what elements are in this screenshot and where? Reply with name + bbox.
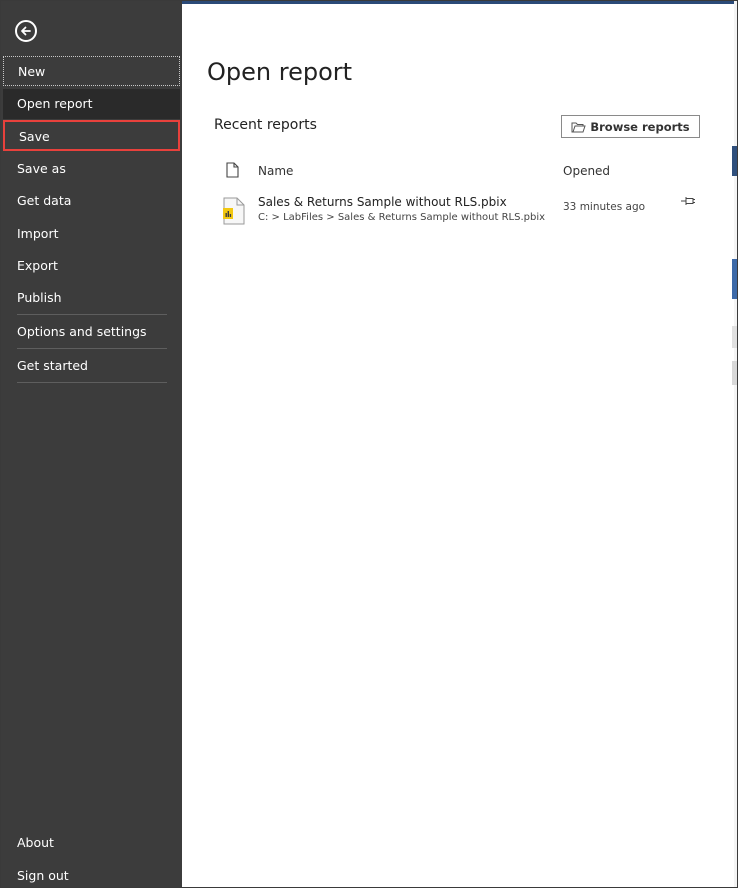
- sidebar-item-label: Options and settings: [17, 324, 147, 339]
- file-opened-time: 33 minutes ago: [563, 201, 646, 213]
- file-name: Sales & Returns Sample without RLS.pbix: [258, 195, 507, 209]
- sidebar-item-save-as[interactable]: Save as: [3, 154, 180, 184]
- file-icon: [226, 162, 239, 178]
- sidebar-item-label: About: [17, 835, 54, 850]
- sidebar-item-label: Get data: [17, 193, 72, 208]
- column-header-opened[interactable]: Opened: [563, 164, 610, 178]
- sidebar-item-options-and-settings[interactable]: Options and settings: [3, 317, 180, 347]
- sidebar-item-open-report[interactable]: Open report: [3, 89, 180, 119]
- background-sliver: [732, 361, 737, 385]
- sidebar-item-get-data[interactable]: Get data: [3, 186, 180, 216]
- sidebar-item-publish[interactable]: Publish: [3, 283, 180, 313]
- background-sliver: [732, 259, 737, 299]
- pbix-file-icon: [223, 197, 245, 225]
- file-path: C: > LabFiles > Sales & Returns Sample w…: [258, 212, 546, 223]
- sidebar-item-label: Get started: [17, 358, 88, 373]
- back-button[interactable]: [15, 20, 37, 42]
- page-title: Open report: [207, 58, 353, 86]
- top-accent-line: [182, 1, 737, 4]
- sidebar-item-label: New: [18, 64, 46, 79]
- sidebar-divider: [17, 382, 167, 383]
- file-menu-sidebar: New Open report Save Save as Get data Im…: [1, 1, 182, 887]
- right-edge-strip: [734, 1, 737, 887]
- column-header-name[interactable]: Name: [258, 164, 293, 178]
- sidebar-divider: [17, 314, 167, 315]
- sidebar-item-export[interactable]: Export: [3, 251, 180, 281]
- back-arrow-icon: [21, 26, 31, 36]
- section-title: Recent reports: [214, 117, 317, 133]
- background-sliver: [732, 146, 737, 176]
- sidebar-item-import[interactable]: Import: [3, 219, 180, 249]
- sidebar-item-label: Sign out: [17, 868, 69, 883]
- open-report-panel: Open report Recent reports Browse report…: [182, 1, 737, 887]
- sidebar-item-sign-out[interactable]: Sign out: [3, 861, 180, 887]
- background-sliver: [732, 326, 737, 348]
- sidebar-divider: [17, 348, 167, 349]
- sidebar-item-label: Save as: [17, 161, 66, 176]
- window: New Open report Save Save as Get data Im…: [0, 0, 738, 888]
- sidebar-item-new[interactable]: New: [3, 56, 180, 86]
- sidebar-item-label: Save: [19, 129, 50, 144]
- recent-file-row[interactable]: Sales & Returns Sample without RLS.pbix …: [218, 193, 698, 229]
- sidebar-item-label: Publish: [17, 290, 62, 305]
- sidebar-item-save[interactable]: Save: [3, 120, 180, 151]
- folder-icon: [571, 122, 587, 132]
- sidebar-item-label: Open report: [17, 96, 93, 111]
- sidebar-item-about[interactable]: About: [3, 828, 180, 858]
- browse-reports-label: Browse reports: [590, 119, 690, 134]
- pin-icon[interactable]: [680, 195, 696, 207]
- sidebar-item-get-started[interactable]: Get started: [3, 351, 180, 381]
- sidebar-item-label: Import: [17, 226, 59, 241]
- sidebar-item-label: Export: [17, 258, 58, 273]
- browse-reports-button[interactable]: Browse reports: [561, 115, 700, 138]
